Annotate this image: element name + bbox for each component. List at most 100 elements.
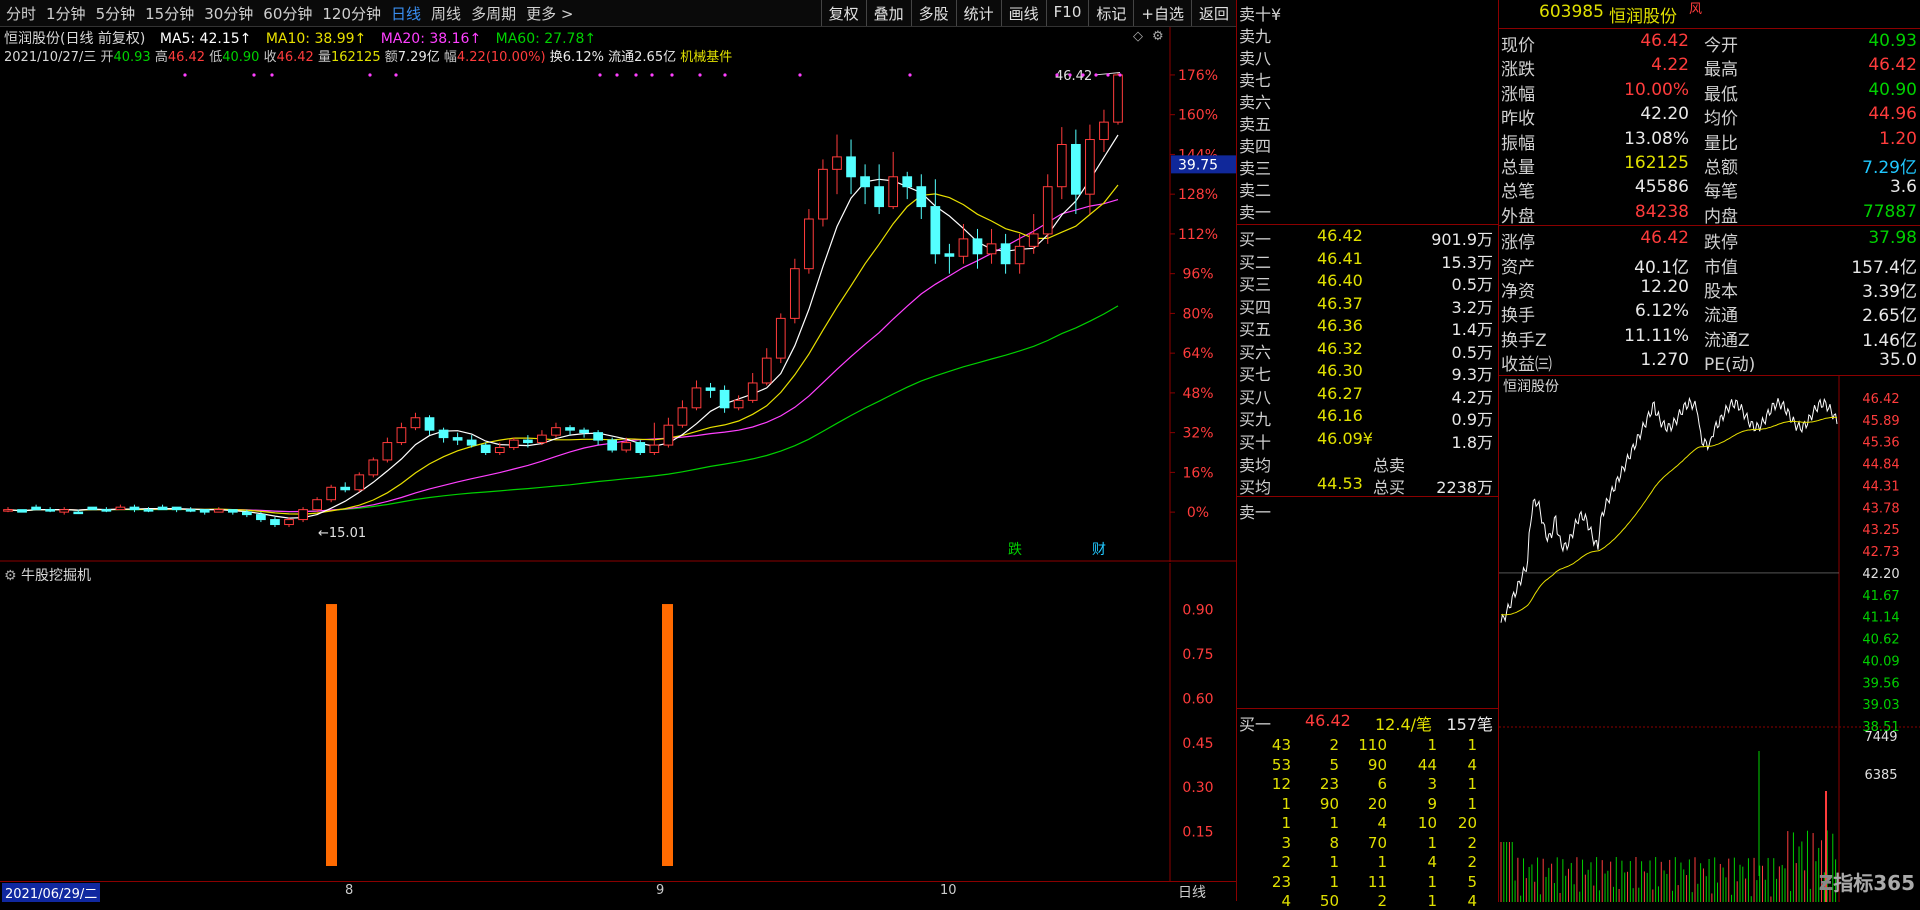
intraday-chart[interactable]: 恒润股份 46.42 45.89 45.36 44.84 44.31 43.78 43.25… — [1498, 375, 1920, 902]
bar-sector[interactable]: 机械基件 — [680, 50, 732, 65]
quote-value: 35.0 — [1879, 350, 1917, 371]
event-label: 财 — [1092, 542, 1106, 558]
tool-button-4[interactable]: 画线 — [1000, 0, 1046, 26]
tool-button-6[interactable]: 标记 — [1088, 0, 1133, 26]
tool-button-2[interactable]: 多股 — [910, 0, 956, 26]
candle-body — [382, 442, 393, 461]
period-tab-5[interactable]: 60分钟 — [263, 3, 312, 24]
event-dot — [670, 73, 674, 77]
quote-label: 涨停 — [1501, 233, 1535, 254]
tool-button-8[interactable]: 返回 — [1190, 0, 1236, 26]
buy-level-1[interactable]: 买一 46.42 901.9万 — [1237, 226, 1499, 249]
sell-level-10[interactable]: 卖十¥ — [1237, 1, 1499, 24]
bar-chg: 4.22(10.00%) — [456, 50, 546, 65]
candle-body — [649, 444, 660, 454]
buy-level-10[interactable]: 买十 46.09¥ 1.8万 — [1237, 429, 1499, 452]
quote-value: 84238 — [1634, 201, 1689, 222]
sell-level-1[interactable]: 卖一 — [1237, 199, 1499, 222]
divider — [1499, 225, 1920, 227]
buy-level-8[interactable]: 买八 46.27 4.2万 — [1237, 384, 1499, 407]
sell-level-label: 卖一 — [1239, 203, 1272, 222]
tool-button-3[interactable]: 统计 — [955, 0, 1001, 26]
queue-cell: 90 — [1319, 794, 1339, 813]
intraday-tick-label: 40.62 — [1862, 633, 1899, 648]
indicator-svg[interactable]: 0.90 0.75 0.60 0.45 0.30 0.15 — [0, 563, 1236, 881]
candle-body — [270, 519, 280, 526]
sell-level-9[interactable]: 卖九 — [1237, 23, 1499, 46]
chart-title: 恒润股份(日线 前复权) — [4, 31, 146, 47]
sell-level-8[interactable]: 卖八 — [1237, 45, 1499, 68]
tool-button-7[interactable]: +自选 — [1133, 0, 1191, 26]
quote-value: 3.6 — [1889, 177, 1917, 198]
tool-button-0[interactable]: 复权 — [820, 0, 866, 26]
intraday-tick-label: 45.89 — [1862, 414, 1899, 429]
ind-tick-label: 0.15 — [1182, 825, 1213, 841]
quote-label: 昨收 — [1501, 109, 1535, 130]
logo-icon: Ƶ — [1818, 871, 1834, 895]
y-tick-label: 96% — [1182, 267, 1213, 283]
sell-level-2[interactable]: 卖二 — [1237, 177, 1499, 200]
low-mark: ←15.01 — [318, 526, 366, 541]
buy-avg-value: 44.53 — [1317, 474, 1363, 493]
buy-level-2[interactable]: 买二 46.41 15.3万 — [1237, 249, 1499, 272]
sell-level-label: 卖二 — [1239, 181, 1272, 200]
tool-button-1[interactable]: 叠加 — [865, 0, 911, 26]
period-tab-9[interactable]: 多周期 — [471, 3, 516, 24]
queue-cell: 1 — [1329, 872, 1339, 891]
quote-value: 162125 — [1624, 153, 1689, 173]
quote-value: 3.39亿 — [1862, 282, 1917, 302]
intraday-tick-label: 44.84 — [1862, 458, 1899, 473]
period-toolbar: 分时 1分钟 5分钟 15分钟 30分钟 60分钟 120分钟 日线 周线 多周期 更多 > 复权叠… — [0, 0, 1236, 27]
period-tab-2[interactable]: 5分钟 — [96, 3, 136, 24]
quote-label: 流通Z — [1704, 330, 1750, 351]
diamond-icon[interactable]: ◇ — [1133, 29, 1143, 44]
buy-level-5[interactable]: 买五 46.36 1.4万 — [1237, 316, 1499, 339]
kline-chart[interactable]: 176%160%144%128%112%96%80%64%48%32%16%0%… — [0, 27, 1237, 562]
period-tab-3[interactable]: 15分钟 — [145, 3, 194, 24]
period-tab-6[interactable]: 120分钟 — [322, 3, 381, 24]
buy-level-4[interactable]: 买四 46.37 3.2万 — [1237, 294, 1499, 317]
buy-level-7[interactable]: 买七 46.30 9.3万 — [1237, 361, 1499, 384]
period-tab-7[interactable]: 日线 — [391, 3, 421, 24]
buy-level-price: 46.42 — [1317, 226, 1363, 245]
sell-level-7[interactable]: 卖七 — [1237, 67, 1499, 90]
sell-level-label: 卖五 — [1239, 115, 1272, 134]
period-tab-1[interactable]: 1分钟 — [46, 3, 86, 24]
queue-cell: 5 — [1467, 872, 1477, 891]
ma-label-3: MA60: 27.78↑ — [491, 31, 597, 47]
indicator-panel[interactable]: 0.90 0.75 0.60 0.45 0.30 0.15 ⚙ 牛股挖掘机 — [0, 563, 1236, 881]
sell-level-6[interactable]: 卖六 — [1237, 89, 1499, 112]
y-tick-label: 176% — [1178, 68, 1218, 84]
divider — [1237, 496, 1499, 497]
kline-svg[interactable]: 176%160%144%128%112%96%80%64%48%32%16%0%… — [0, 27, 1237, 562]
period-tab-0[interactable]: 分时 — [6, 3, 36, 24]
sell-level-4[interactable]: 卖四 — [1237, 133, 1499, 156]
y-tick-label: 32% — [1182, 426, 1213, 442]
buy-level-6[interactable]: 买六 46.32 0.5万 — [1237, 339, 1499, 362]
ma-line-3 — [7, 134, 1119, 519]
settings-icon[interactable]: ⚙ — [1152, 29, 1164, 44]
candle-body — [958, 238, 969, 257]
intraday-svg[interactable]: 46.42 45.89 45.36 44.84 44.31 43.78 43.25 42.73… — [1499, 376, 1920, 902]
quote-label: 总量 — [1501, 158, 1535, 178]
event-dot — [270, 73, 274, 77]
period-tab-10[interactable]: 更多 > — [526, 3, 573, 24]
ma-label-0: MA5: 42.15↑ — [159, 31, 252, 47]
period-tab-8[interactable]: 周线 — [431, 3, 461, 24]
tool-button-5[interactable]: F10 — [1045, 0, 1089, 26]
sell-level-label: 卖八 — [1239, 49, 1272, 68]
buy-level-3[interactable]: 买三 46.40 0.5万 — [1237, 271, 1499, 294]
sell-level-3[interactable]: 卖三 — [1237, 155, 1499, 178]
period-tab-4[interactable]: 30分钟 — [204, 3, 253, 24]
ma-line-1 — [7, 199, 1119, 513]
candle-body — [832, 156, 842, 170]
queue-cell: 43 — [1271, 736, 1291, 754]
order-book: 卖十¥ 卖九卖八 卖七 卖六卖五 卖四卖三卖二卖一 买一 46.42 901.9万 买二 46.… — [1236, 0, 1499, 910]
candle-body — [157, 506, 168, 511]
sell-level-label: 卖三 — [1239, 159, 1272, 178]
buy-level-9[interactable]: 买九 46.16 0.9万 — [1237, 406, 1499, 429]
period-label[interactable]: 日线 — [1178, 882, 1206, 902]
sell-level-5[interactable]: 卖五 — [1237, 111, 1499, 134]
candle-body — [930, 206, 941, 255]
queue-cell: 2 — [1281, 853, 1291, 871]
